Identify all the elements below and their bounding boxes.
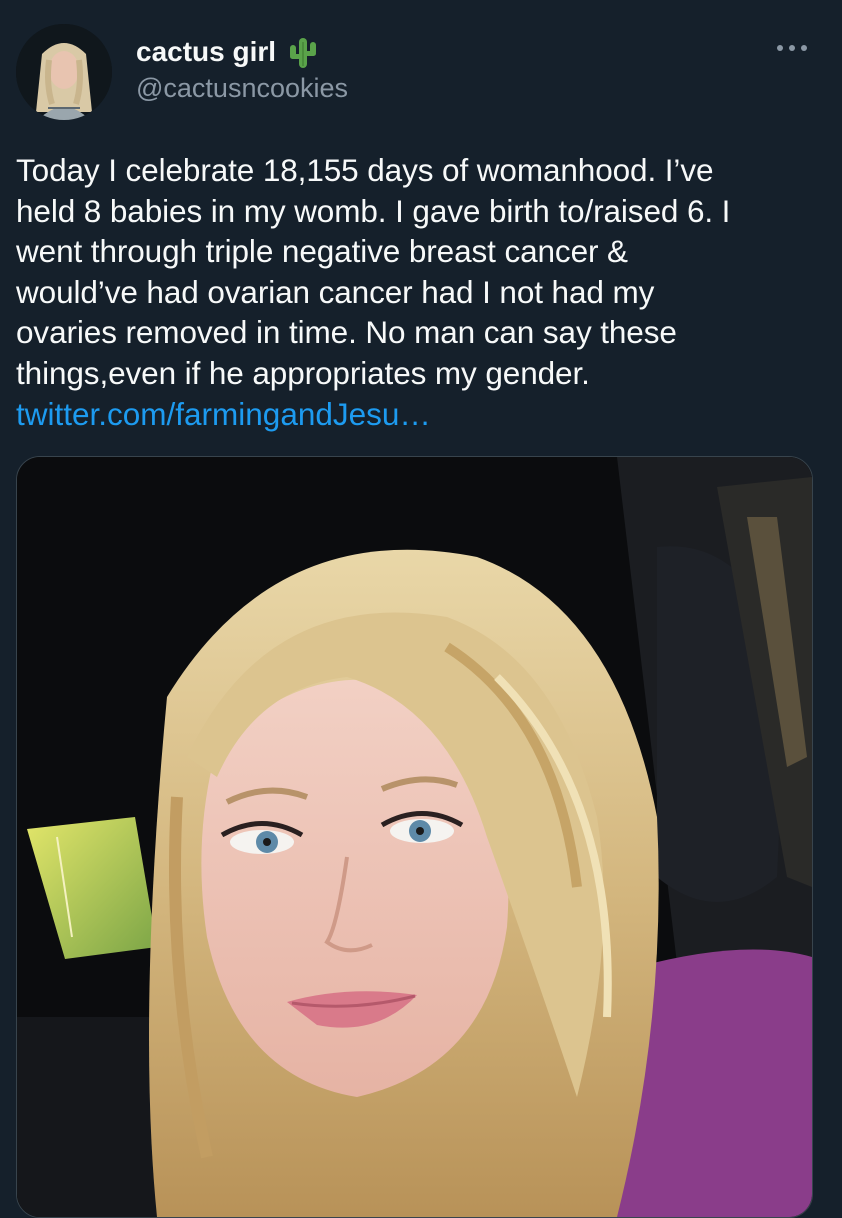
tweet-media-photo[interactable] [16, 456, 813, 1218]
selfie-photo [17, 457, 812, 1217]
author-name-row: cactus girl [136, 32, 320, 72]
tweet-link[interactable]: twitter.com/farmingandJesu… [16, 394, 431, 435]
more-options-button[interactable] [772, 36, 812, 60]
cactus-emoji-icon [290, 38, 317, 68]
handle[interactable]: @cactusncookies [136, 73, 348, 104]
avatar-photo [16, 24, 112, 120]
more-dots-icon [777, 45, 783, 51]
tweet-text: Today I celebrate 18,155 days of womanho… [16, 152, 731, 391]
tweet: cactus girl @cactusncookies Today I cele… [0, 0, 842, 1218]
avatar[interactable] [16, 24, 112, 120]
display-name[interactable]: cactus girl [136, 38, 276, 66]
